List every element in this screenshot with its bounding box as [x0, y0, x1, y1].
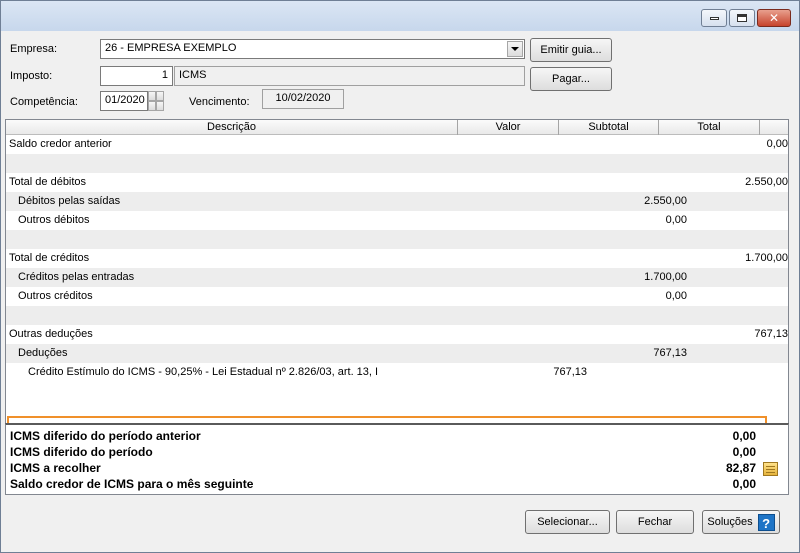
table-row[interactable]: Total de créditos 1.700,00: [6, 249, 788, 268]
table-row[interactable]: Deduções 767,13: [6, 344, 788, 363]
header-descricao[interactable]: Descrição: [6, 120, 458, 135]
summary-label: ICMS diferido do período anterior: [10, 429, 201, 443]
competencia-up-button[interactable]: [148, 91, 164, 101]
grid-header: Descrição Valor Subtotal Total: [6, 120, 788, 135]
table-row[interactable]: Total de débitos 2.550,00: [6, 173, 788, 192]
competencia-spinner: [148, 91, 164, 111]
window-controls: ✕: [701, 9, 791, 27]
row-descricao: Outros créditos: [18, 290, 93, 302]
row-descricao: Crédito Estímulo do ICMS - 90,25% - Lei …: [28, 366, 379, 378]
row-descricao: Saldo credor anterior: [9, 138, 112, 150]
empresa-dropdown-button[interactable]: [507, 41, 523, 57]
arrow-up-icon: [155, 91, 157, 101]
title-bar[interactable]: ✕: [1, 1, 799, 31]
row-descricao: Créditos pelas entradas: [18, 271, 135, 283]
competencia-down-button[interactable]: [148, 101, 164, 111]
header-total[interactable]: Total: [659, 120, 760, 135]
empresa-select[interactable]: 26 - EMPRESA EXEMPLO: [100, 39, 525, 59]
grid-body: Saldo credor anterior 0,00 Total de débito…: [6, 135, 788, 382]
table-row[interactable]: Outras deduções 767,13: [6, 325, 788, 344]
row-descricao: Total de créditos: [9, 252, 90, 264]
row-total: 1.700,00: [745, 252, 788, 264]
row-total: 2.550,00: [745, 176, 788, 188]
arrow-down-icon: [155, 101, 157, 111]
main-window: ✕ Empresa: 26 - EMPRESA EXEMPLO Emitir g…: [0, 0, 800, 553]
table-row[interactable]: [6, 306, 788, 325]
summary-row: ICMS diferido do período anterior 0,00: [10, 429, 756, 445]
empresa-label: Empresa:: [10, 43, 58, 55]
summary-value: 0,00: [732, 429, 756, 443]
table-row[interactable]: Saldo credor anterior 0,00: [6, 135, 788, 154]
row-total: 767,13: [754, 328, 788, 340]
minimize-icon: [709, 16, 719, 20]
solucoes-button[interactable]: Soluções ?: [702, 510, 780, 534]
table-row[interactable]: [6, 154, 788, 173]
chevron-down-icon: [511, 47, 519, 51]
row-valor: 767,13: [553, 366, 587, 378]
window-client: Empresa: 26 - EMPRESA EXEMPLO Emitir gui…: [3, 31, 797, 550]
close-button[interactable]: ✕: [757, 9, 791, 27]
competencia-input[interactable]: 01/2020: [100, 91, 148, 111]
row-subtotal: 0,00: [665, 214, 687, 226]
help-icon: ?: [757, 513, 775, 531]
summary-value: 0,00: [732, 445, 756, 459]
maximize-button[interactable]: [729, 9, 755, 27]
note-icon[interactable]: [763, 462, 778, 476]
summary-row: ICMS a recolher 82,87: [10, 461, 756, 477]
summary-label: Saldo credor de ICMS para o mês seguinte: [10, 477, 254, 491]
vencimento-field: 10/02/2020: [262, 89, 344, 109]
header-valor[interactable]: Valor: [458, 120, 559, 135]
imposto-code-input[interactable]: 1: [100, 66, 173, 86]
table-row[interactable]: Débitos pelas saídas 2.550,00: [6, 192, 788, 211]
empresa-value: 26 - EMPRESA EXEMPLO: [105, 42, 237, 54]
header-subtotal[interactable]: Subtotal: [559, 120, 659, 135]
minimize-button[interactable]: [701, 9, 727, 27]
imposto-label: Imposto:: [10, 70, 53, 82]
row-subtotal: 2.550,00: [644, 195, 687, 207]
pagar-button[interactable]: Pagar...: [530, 67, 612, 91]
summary-value: 0,00: [732, 477, 756, 491]
imposto-name-field: ICMS: [174, 66, 525, 86]
fechar-button[interactable]: Fechar: [616, 510, 694, 534]
summary-row: Saldo credor de ICMS para o mês seguinte…: [10, 477, 756, 493]
summary-row: ICMS diferido do período 0,00: [10, 445, 756, 461]
table-row[interactable]: Crédito Estímulo do ICMS - 90,25% - Lei …: [6, 363, 788, 382]
row-descricao: Outras deduções: [9, 328, 93, 340]
summary-label: ICMS diferido do período: [10, 445, 153, 459]
vencimento-label: Vencimento:: [189, 96, 250, 108]
summary-label: ICMS a recolher: [10, 461, 101, 475]
row-descricao: Deduções: [18, 347, 68, 359]
row-descricao: Débitos pelas saídas: [18, 195, 121, 207]
row-subtotal: 0,00: [665, 290, 687, 302]
table-row[interactable]: Outros créditos 0,00: [6, 287, 788, 306]
row-descricao: Total de débitos: [9, 176, 87, 188]
row-subtotal: 1.700,00: [644, 271, 687, 283]
table-row[interactable]: Créditos pelas entradas 1.700,00: [6, 268, 788, 287]
competencia-label: Competência:: [10, 96, 78, 108]
table-row[interactable]: [6, 230, 788, 249]
row-total: 0,00: [766, 138, 788, 150]
selecionar-button[interactable]: Selecionar...: [525, 510, 610, 534]
solucoes-label: Soluções: [707, 516, 753, 528]
row-descricao: Outros débitos: [18, 214, 90, 226]
summary-panel: ICMS diferido do período anterior 0,00 I…: [5, 423, 789, 495]
summary-value: 82,87: [725, 461, 756, 475]
maximize-icon: [737, 14, 747, 22]
row-subtotal: 767,13: [653, 347, 687, 359]
table-row[interactable]: Outros débitos 0,00: [6, 211, 788, 230]
close-icon: ✕: [768, 11, 780, 25]
apuracao-grid: Descrição Valor Subtotal Total Saldo cre…: [5, 119, 789, 474]
emitir-guia-button[interactable]: Emitir guia...: [530, 38, 612, 62]
